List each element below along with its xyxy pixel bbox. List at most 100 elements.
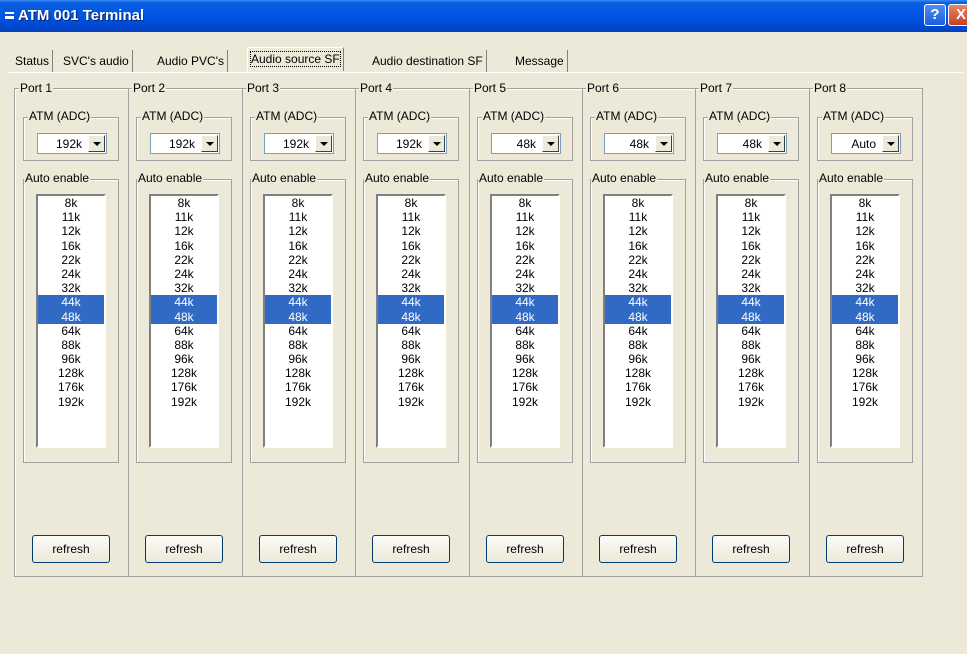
list-item[interactable]: 16k [151, 239, 217, 253]
list-item[interactable]: 11k [38, 210, 104, 224]
list-item[interactable]: 11k [718, 210, 784, 224]
tab-audio-destination-sf[interactable]: Audio destination SF [369, 50, 487, 72]
list-item[interactable]: 176k [378, 380, 444, 394]
auto-enable-list[interactable]: 8k 11k 12k 16k 22k 24k 32k 44k 48k 64k 88k 96k 128k 1… [376, 194, 446, 448]
chevron-down-icon[interactable] [655, 135, 672, 152]
refresh-button[interactable]: refresh [372, 535, 450, 563]
list-item[interactable]: 16k [605, 239, 671, 253]
list-item[interactable]: 88k [718, 338, 784, 352]
list-item[interactable]: 24k [38, 267, 104, 281]
list-item[interactable]: 24k [492, 267, 558, 281]
list-item[interactable]: 8k [151, 196, 217, 210]
list-item[interactable]: 48k [492, 309, 558, 324]
list-item[interactable]: 96k [38, 352, 104, 366]
list-item[interactable]: 11k [151, 210, 217, 224]
list-item[interactable]: 88k [832, 338, 898, 352]
list-item[interactable]: 192k [378, 395, 444, 409]
auto-enable-list[interactable]: 8k 11k 12k 16k 22k 24k 32k 44k 48k 64k 88k 96k 128k 1… [149, 194, 219, 448]
list-item[interactable]: 44k [718, 295, 784, 310]
list-item[interactable]: 128k [492, 366, 558, 380]
list-item[interactable]: 192k [605, 395, 671, 409]
list-item[interactable]: 128k [38, 366, 104, 380]
chevron-down-icon[interactable] [768, 135, 785, 152]
tab-svcs-audio[interactable]: SVC's audio [60, 50, 133, 72]
list-item[interactable]: 44k [151, 295, 217, 310]
sample-rate-select[interactable]: 192k [377, 133, 447, 154]
list-item[interactable]: 48k [265, 309, 331, 324]
list-item[interactable]: 88k [38, 338, 104, 352]
list-item[interactable]: 16k [492, 239, 558, 253]
list-item[interactable]: 32k [492, 281, 558, 295]
list-item[interactable]: 64k [151, 324, 217, 338]
list-item[interactable]: 12k [492, 224, 558, 238]
list-item[interactable]: 16k [38, 239, 104, 253]
auto-enable-list[interactable]: 8k 11k 12k 16k 22k 24k 32k 44k 48k 64k 88k 96k 128k 1… [716, 194, 786, 448]
list-item[interactable]: 12k [265, 224, 331, 238]
auto-enable-list[interactable]: 8k 11k 12k 16k 22k 24k 32k 44k 48k 64k 88k 96k 128k 1… [830, 194, 900, 448]
list-item[interactable]: 88k [378, 338, 444, 352]
list-item[interactable]: 96k [378, 352, 444, 366]
list-item[interactable]: 22k [378, 253, 444, 267]
list-item[interactable]: 96k [605, 352, 671, 366]
refresh-button[interactable]: refresh [599, 535, 677, 563]
list-item[interactable]: 96k [265, 352, 331, 366]
sample-rate-select[interactable]: 192k [37, 133, 107, 154]
list-item[interactable]: 11k [378, 210, 444, 224]
list-item[interactable]: 192k [265, 395, 331, 409]
list-item[interactable]: 32k [151, 281, 217, 295]
refresh-button[interactable]: refresh [486, 535, 564, 563]
list-item[interactable]: 176k [38, 380, 104, 394]
list-item[interactable]: 64k [38, 324, 104, 338]
list-item[interactable]: 44k [492, 295, 558, 310]
list-item[interactable]: 24k [151, 267, 217, 281]
list-item[interactable]: 128k [378, 366, 444, 380]
list-item[interactable]: 22k [38, 253, 104, 267]
list-item[interactable]: 192k [38, 395, 104, 409]
list-item[interactable]: 24k [832, 267, 898, 281]
list-item[interactable]: 12k [832, 224, 898, 238]
list-item[interactable]: 11k [832, 210, 898, 224]
chevron-down-icon[interactable] [542, 135, 559, 152]
chevron-down-icon[interactable] [315, 135, 332, 152]
refresh-button[interactable]: refresh [826, 535, 904, 563]
tab-audio-source-sf[interactable]: Audio source SF [247, 47, 344, 71]
sample-rate-select[interactable]: 192k [264, 133, 334, 154]
list-item[interactable]: 48k [832, 309, 898, 324]
list-item[interactable]: 32k [378, 281, 444, 295]
list-item[interactable]: 12k [378, 224, 444, 238]
refresh-button[interactable]: refresh [712, 535, 790, 563]
list-item[interactable]: 88k [151, 338, 217, 352]
list-item[interactable]: 24k [265, 267, 331, 281]
list-item[interactable]: 192k [832, 395, 898, 409]
list-item[interactable]: 44k [832, 295, 898, 310]
sample-rate-select[interactable]: 48k [717, 133, 787, 154]
sample-rate-select[interactable]: 48k [604, 133, 674, 154]
list-item[interactable]: 22k [151, 253, 217, 267]
list-item[interactable]: 12k [605, 224, 671, 238]
list-item[interactable]: 8k [832, 196, 898, 210]
list-item[interactable]: 8k [718, 196, 784, 210]
list-item[interactable]: 24k [378, 267, 444, 281]
list-item[interactable]: 48k [718, 309, 784, 324]
list-item[interactable]: 48k [151, 309, 217, 324]
chevron-down-icon[interactable] [88, 135, 105, 152]
list-item[interactable]: 96k [832, 352, 898, 366]
chevron-down-icon[interactable] [882, 135, 899, 152]
list-item[interactable]: 12k [38, 224, 104, 238]
list-item[interactable]: 32k [38, 281, 104, 295]
list-item[interactable]: 64k [265, 324, 331, 338]
list-item[interactable]: 176k [265, 380, 331, 394]
list-item[interactable]: 88k [605, 338, 671, 352]
list-item[interactable]: 44k [265, 295, 331, 310]
list-item[interactable]: 16k [832, 239, 898, 253]
list-item[interactable]: 22k [718, 253, 784, 267]
list-item[interactable]: 128k [151, 366, 217, 380]
list-item[interactable]: 32k [265, 281, 331, 295]
refresh-button[interactable]: refresh [259, 535, 337, 563]
list-item[interactable]: 11k [265, 210, 331, 224]
list-item[interactable]: 128k [265, 366, 331, 380]
list-item[interactable]: 96k [492, 352, 558, 366]
list-item[interactable]: 96k [151, 352, 217, 366]
list-item[interactable]: 64k [832, 324, 898, 338]
list-item[interactable]: 24k [605, 267, 671, 281]
